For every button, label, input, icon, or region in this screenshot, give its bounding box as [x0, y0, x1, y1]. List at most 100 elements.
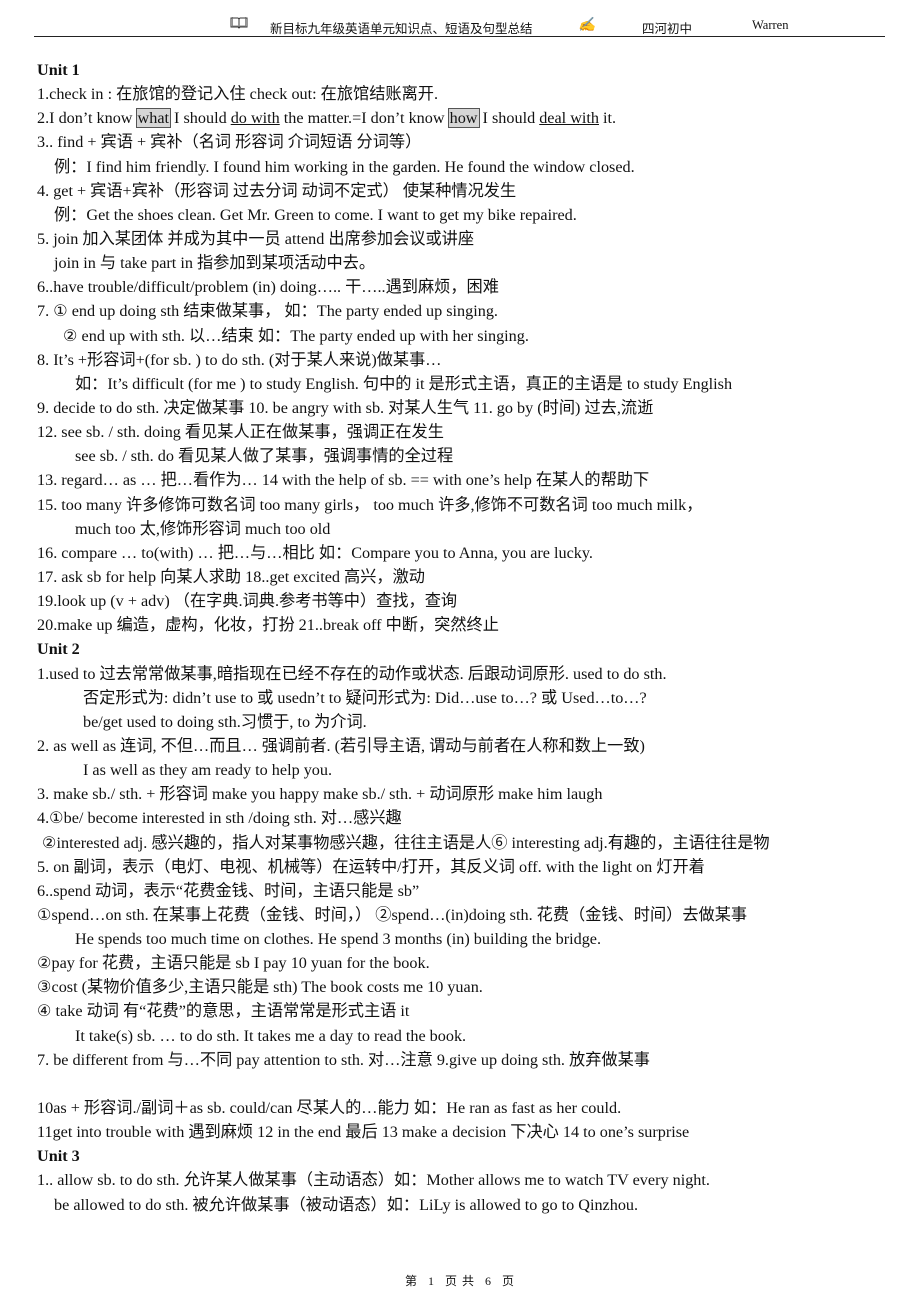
- text-run: 11get into trouble with 遇到麻烦 12 in the e…: [37, 1123, 690, 1142]
- footer-prefix: 第: [404, 1274, 418, 1288]
- text-line: 1.check in : 在旅馆的登记入住 check out: 在旅馆结账离开…: [37, 82, 907, 106]
- text-run: 否定形式为: didn’t use to 或 usedn’t to 疑问形式为:…: [83, 688, 647, 707]
- text-line: 7. ① end up doing sth 结束做某事， 如：The party…: [37, 299, 907, 323]
- text-run: It take(s) sb. … to do sth. It takes me …: [75, 1026, 467, 1045]
- text-run: the matter.=I don’t know: [279, 109, 449, 128]
- text-line: ② end up with sth. 以…结束 如：The party ende…: [37, 324, 907, 348]
- text-line: It take(s) sb. … to do sth. It takes me …: [37, 1024, 907, 1048]
- text-run: 6..have trouble/difficult/problem (in) d…: [37, 278, 499, 297]
- document-title: 新目标九年级英语单元知识点、短语及句型总结: [270, 22, 533, 36]
- text-run: 19.look up (v + adv) （在字典.词典.参考书等中）查找，查询: [37, 592, 458, 611]
- text-line: be allowed to do sth. 被允许做某事（被动语态）如：LiLy…: [37, 1193, 907, 1217]
- text-run: I should: [478, 109, 540, 128]
- text-run: ④ take 动词 有“花费”的意思，主语常常是形式主语 it: [37, 1002, 410, 1021]
- text-run: 5. join 加入某团体 并成为其中一员 attend 出席参加会议或讲座: [37, 229, 475, 248]
- text-run: see sb. / sth. do 看见某人做了某事，强调事情的全过程: [75, 447, 454, 466]
- text-line: ②interested adj. 感兴趣的，指人对某事物感兴趣，往往主语是人⑥ …: [37, 831, 907, 855]
- footer-suffix: 页: [502, 1274, 516, 1288]
- highlighted-word: what: [135, 108, 172, 129]
- text-line: 6..have trouble/difficult/problem (in) d…: [37, 275, 907, 299]
- text-run: 7. be different from 与…不同 pay attention …: [37, 1050, 650, 1069]
- text-run: 1.used to 过去常常做某事,暗指现在已经不存在的动作或状态. 后跟动词原…: [37, 664, 667, 683]
- text-line: 3.. find + 宾语 + 宾补（名词 形容词 介词短语 分词等）: [37, 130, 907, 154]
- text-run: ②interested adj. 感兴趣的，指人对某事物感兴趣，往往主语是人⑥ …: [42, 833, 770, 852]
- text-run: ③cost (某物价值多少,主语只能是 sth) The book costs …: [37, 978, 483, 997]
- text-line: I as well as they am ready to help you.: [37, 758, 907, 782]
- text-line: ④ take 动词 有“花费”的意思，主语常常是形式主语 it: [37, 999, 907, 1023]
- page-header: 新目标九年级英语单元知识点、短语及句型总结 ✍ 四河初中 Warren: [34, 14, 885, 37]
- text-line: 5. on 副词，表示（电灯、电视、机械等）在运转中/打开，其反义词 off. …: [37, 855, 907, 879]
- open-book-icon: [230, 16, 248, 29]
- text-run: 例：Get the shoes clean. Get Mr. Green to …: [54, 205, 577, 224]
- text-line: ③cost (某物价值多少,主语只能是 sth) The book costs …: [37, 975, 907, 999]
- text-run: 6..spend 动词，表示“花费金钱、时间，主语只能是 sb”: [37, 881, 420, 900]
- text-line: 13. regard… as … 把…看作为… 14 with the help…: [37, 468, 907, 492]
- unit-heading: Unit 3: [37, 1147, 80, 1166]
- text-run: I as well as they am ready to help you.: [83, 761, 333, 780]
- text-run: 1.. allow sb. to do sth. 允许某人做某事（主动语态）如：…: [37, 1171, 710, 1190]
- text-line: 如：It’s difficult (for me ) to study Engl…: [37, 372, 907, 396]
- text-run: 8. It’s +形容词+(for sb. ) to do sth. (对于某人…: [37, 350, 442, 369]
- text-run: 3.. find + 宾语 + 宾补（名词 形容词 介词短语 分词等）: [37, 133, 422, 152]
- text-line: 例：I find him friendly. I found him worki…: [37, 155, 907, 179]
- text-run: 7. ① end up doing sth 结束做某事， 如：The party…: [37, 302, 498, 321]
- text-line: 6..spend 动词，表示“花费金钱、时间，主语只能是 sb”: [37, 879, 907, 903]
- text-line: much too 太,修饰形容词 much too old: [37, 517, 907, 541]
- text-line: 11get into trouble with 遇到麻烦 12 in the e…: [37, 1120, 907, 1144]
- text-line: see sb. / sth. do 看见某人做了某事，强调事情的全过程: [37, 444, 907, 468]
- text-run: ①spend…on sth. 在某事上花费（金钱、时间，） ②spend…(in…: [37, 905, 748, 924]
- text-run: 16. compare … to(with) … 把…与…相比 如：Compar…: [37, 543, 593, 562]
- text-run: He spends too much time on clothes. He s…: [75, 930, 602, 949]
- text-line: ②pay for 花费，主语只能是 sb I pay 10 yuan for t…: [37, 951, 907, 975]
- text-run: 17. ask sb for help 向某人求助 18..get excite…: [37, 567, 425, 586]
- highlighted-word: how: [447, 108, 480, 129]
- text-line: 4. get + 宾语+宾补（形容词 过去分词 动词不定式） 使某种情况发生: [37, 179, 907, 203]
- text-line: 19.look up (v + adv) （在字典.词典.参考书等中）查找，查询: [37, 589, 907, 613]
- text-line: 7. be different from 与…不同 pay attention …: [37, 1048, 907, 1072]
- text-line: 16. compare … to(with) … 把…与…相比 如：Compar…: [37, 541, 907, 565]
- page-footer: 第 1 页 共 6 页: [0, 1272, 920, 1289]
- text-line: He spends too much time on clothes. He s…: [37, 927, 907, 951]
- text-run: join in 与 take part in 指参加到某项活动中去。: [54, 254, 376, 273]
- unit-heading: Unit 2: [37, 640, 80, 659]
- text-line: 15. too many 许多修饰可数名词 too many girls， to…: [37, 493, 907, 517]
- footer-mid: 页 共: [444, 1274, 475, 1288]
- text-line: 8. It’s +形容词+(for sb. ) to do sth. (对于某人…: [37, 348, 907, 372]
- text-run: 2. as well as 连词, 不但…而且… 强调前者. (若引导主语, 谓…: [37, 736, 645, 755]
- text-line: 否定形式为: didn’t use to 或 usedn’t to 疑问形式为:…: [37, 686, 907, 710]
- text-line: 2.I don’t know what I should do with the…: [37, 106, 907, 130]
- text-run: 1.check in : 在旅馆的登记入住 check out: 在旅馆结账离开…: [37, 85, 439, 104]
- text-line: 9. decide to do sth. 决定做某事 10. be angry …: [37, 396, 907, 420]
- text-line: 12. see sb. / sth. doing 看见某人正在做某事，强调正在发…: [37, 420, 907, 444]
- text-run: be allowed to do sth. 被允许做某事（被动语态）如：LiLy…: [54, 1195, 639, 1214]
- text-line: join in 与 take part in 指参加到某项活动中去。: [37, 251, 907, 275]
- text-run: 20.make up 编造，虚构，化妆，打扮 21..break off 中断，…: [37, 616, 499, 635]
- text-run: be/get used to doing sth.习惯于, to 为介词.: [83, 712, 367, 731]
- text-line: 3. make sb./ sth. + 形容词 make you happy m…: [37, 782, 907, 806]
- text-run: 10as + 形容词./副词＋as sb. could/can 尽某人的…能力 …: [37, 1099, 622, 1118]
- text-line: 例：Get the shoes clean. Get Mr. Green to …: [37, 203, 907, 227]
- text-run: 2.I don’t know: [37, 109, 137, 128]
- text-line: 20.make up 编造，虚构，化妆，打扮 21..break off 中断，…: [37, 613, 907, 637]
- text-run: 12. see sb. / sth. doing 看见某人正在做某事，强调正在发…: [37, 423, 444, 442]
- text-line: 1.used to 过去常常做某事,暗指现在已经不存在的动作或状态. 后跟动词原…: [37, 662, 907, 686]
- text-line: 2. as well as 连词, 不但…而且… 强调前者. (若引导主语, 谓…: [37, 734, 907, 758]
- underlined-phrase: deal with: [539, 109, 599, 128]
- text-line: 17. ask sb for help 向某人求助 18..get excite…: [37, 565, 907, 589]
- text-run: ②pay for 花费，主语只能是 sb I pay 10 yuan for t…: [37, 954, 430, 973]
- author-name: Warren: [752, 18, 789, 32]
- writing-pen-icon: ✍: [578, 18, 596, 33]
- text-line: 1.. allow sb. to do sth. 允许某人做某事（主动语态）如：…: [37, 1168, 907, 1192]
- text-run: 9. decide to do sth. 决定做某事 10. be angry …: [37, 398, 654, 417]
- text-line: 4.①be/ become interested in sth /doing s…: [37, 806, 907, 830]
- text-run: I should: [170, 109, 231, 128]
- text-run: much too 太,修饰形容词 much too old: [75, 519, 331, 538]
- text-run: 13. regard… as … 把…看作为… 14 with the help…: [37, 471, 650, 490]
- text-run: it.: [599, 109, 617, 128]
- unit-heading: Unit 1: [37, 61, 80, 79]
- text-run: ② end up with sth. 以…结束 如：The party ende…: [63, 326, 529, 345]
- text-run: 3. make sb./ sth. + 形容词 make you happy m…: [37, 785, 603, 804]
- school-name: 四河初中: [642, 22, 693, 36]
- text-run: 4. get + 宾语+宾补（形容词 过去分词 动词不定式） 使某种情况发生: [37, 181, 517, 200]
